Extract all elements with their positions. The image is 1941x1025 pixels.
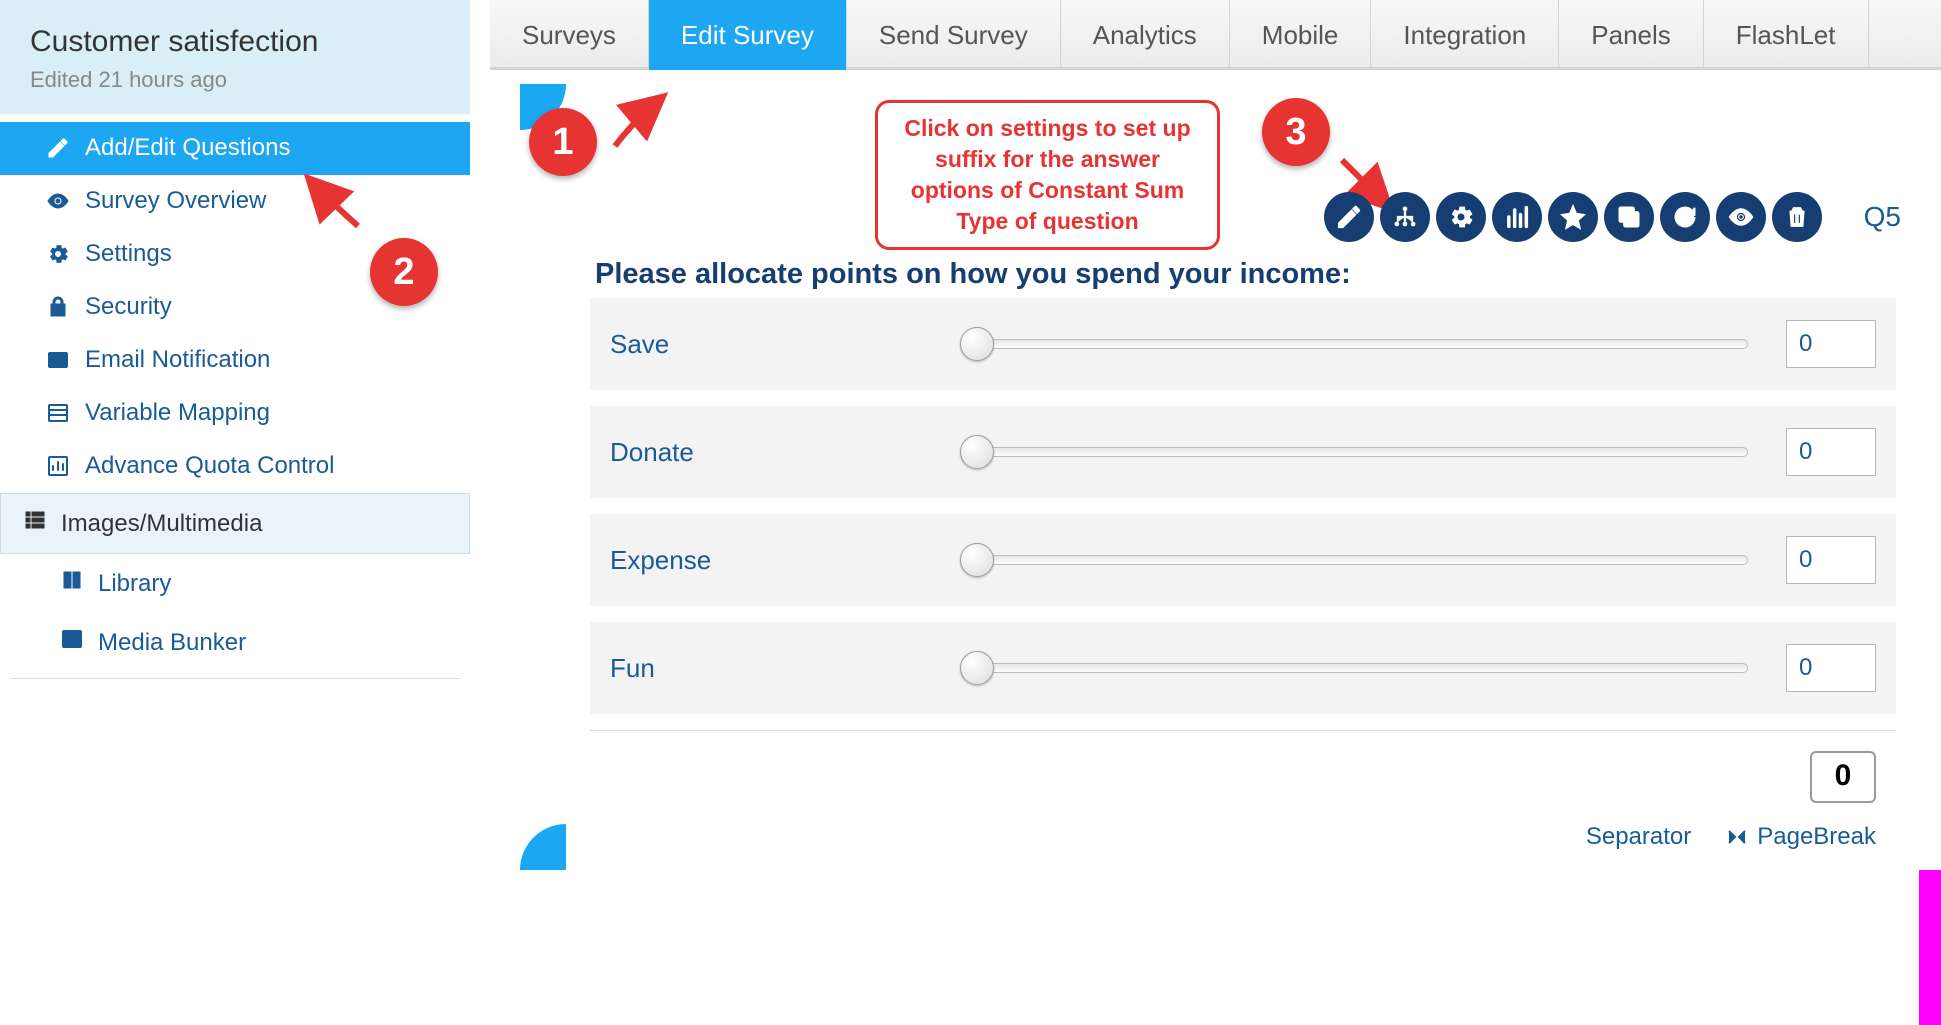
survey-subtitle: Edited 21 hours ago <box>30 67 440 93</box>
slider-track <box>968 447 1748 457</box>
tab-send-survey[interactable]: Send Survey <box>847 0 1061 70</box>
tool-copy[interactable] <box>1604 192 1654 242</box>
option-slider[interactable] <box>960 549 1756 571</box>
question-id-label: Q5 <box>1864 201 1901 233</box>
edit-icon <box>45 135 71 161</box>
step-badge-1: 1 <box>529 108 597 176</box>
sidebar-item-label: Survey Overview <box>85 187 266 215</box>
sidebar-item-label: Add/Edit Questions <box>85 134 290 162</box>
mail-icon <box>45 347 71 373</box>
option-slider[interactable] <box>960 441 1756 463</box>
sidebar-item-label: Settings <box>85 240 172 268</box>
pagebreak-label: PageBreak <box>1757 823 1876 851</box>
option-value-input[interactable] <box>1786 428 1876 476</box>
help-callout: Click on settings to set up suffix for t… <box>875 100 1220 250</box>
tab-edit-survey[interactable]: Edit Survey <box>649 0 847 70</box>
top-nav: Surveys Edit Survey Send Survey Analytic… <box>490 0 1941 70</box>
pagebreak-icon <box>1725 825 1749 849</box>
sidebar-item-label: Variable Mapping <box>85 399 270 427</box>
tool-settings[interactable] <box>1436 192 1486 242</box>
sidebar-subitem-media-bunker[interactable]: Media Bunker <box>0 613 470 672</box>
step-badge-3: 3 <box>1262 98 1330 166</box>
sidebar-item-variable-mapping[interactable]: Variable Mapping <box>0 387 470 440</box>
slider-track <box>968 663 1748 673</box>
option-label: Donate <box>610 437 930 468</box>
tool-preview[interactable] <box>1716 192 1766 242</box>
survey-title: Customer satisfection <box>30 25 440 59</box>
question-row: Fun <box>590 622 1896 714</box>
option-value-input[interactable] <box>1786 536 1876 584</box>
tool-refresh[interactable] <box>1660 192 1710 242</box>
sidebar-menu: Add/Edit Questions Survey Overview Setti… <box>0 122 470 679</box>
separator-label: Separator <box>1586 823 1691 851</box>
option-slider[interactable] <box>960 657 1756 679</box>
slider-thumb[interactable] <box>960 327 994 361</box>
sidebar-subitem-label: Media Bunker <box>98 629 246 657</box>
sidebar-header: Customer satisfection Edited 21 hours ag… <box>0 0 470 114</box>
option-value-input[interactable] <box>1786 644 1876 692</box>
sidebar: Customer satisfection Edited 21 hours ag… <box>0 0 470 1025</box>
question-row: Save <box>590 298 1896 390</box>
sidebar-item-label: Security <box>85 293 172 321</box>
question-total: 0 <box>1810 751 1876 803</box>
tool-logic[interactable] <box>1380 192 1430 242</box>
sidebar-subitem-label: Library <box>98 570 171 598</box>
slider-track <box>968 555 1748 565</box>
tab-panels[interactable]: Panels <box>1559 0 1704 70</box>
slider-thumb[interactable] <box>960 543 994 577</box>
question-total-row: 0 <box>590 730 1896 813</box>
list-icon <box>45 400 71 426</box>
book-icon <box>60 568 84 599</box>
tool-edit[interactable] <box>1324 192 1374 242</box>
grid-icon <box>23 508 47 539</box>
option-label: Save <box>610 329 930 360</box>
slider-track <box>968 339 1748 349</box>
sidebar-subitem-library[interactable]: Library <box>0 554 470 613</box>
tab-integration[interactable]: Integration <box>1371 0 1559 70</box>
tab-surveys[interactable]: Surveys <box>490 0 649 70</box>
arrow-icon <box>605 88 675 158</box>
sidebar-item-add-edit-questions[interactable]: Add/Edit Questions <box>0 122 470 175</box>
decor-arc <box>520 824 566 870</box>
option-label: Expense <box>610 545 930 576</box>
question-footer: Separator PageBreak <box>590 813 1896 851</box>
pagebreak-link[interactable]: PageBreak <box>1725 823 1876 851</box>
eye-icon <box>45 188 71 214</box>
sidebar-divider <box>10 678 460 679</box>
bar-chart-icon <box>45 453 71 479</box>
tool-chart[interactable] <box>1492 192 1542 242</box>
question-title: Please allocate points on how you spend … <box>595 258 1351 291</box>
separator-link[interactable]: Separator <box>1586 823 1691 851</box>
question-toolbar: Q5 <box>1324 192 1901 242</box>
question-row: Expense <box>590 514 1896 606</box>
option-slider[interactable] <box>960 333 1756 355</box>
sidebar-item-advance-quota-control[interactable]: Advance Quota Control <box>0 440 470 493</box>
tab-flashlet[interactable]: FlashLet <box>1704 0 1869 70</box>
question-body: Save Donate Expense Fun 0 <box>590 298 1896 851</box>
right-edge-strip <box>1919 870 1941 1025</box>
sidebar-item-label: Email Notification <box>85 346 270 374</box>
slider-thumb[interactable] <box>960 651 994 685</box>
tab-analytics[interactable]: Analytics <box>1061 0 1230 70</box>
gears-icon <box>45 241 71 267</box>
sidebar-section-images-multimedia[interactable]: Images/Multimedia <box>0 493 470 554</box>
sidebar-item-survey-overview[interactable]: Survey Overview <box>0 175 470 228</box>
slider-thumb[interactable] <box>960 435 994 469</box>
sidebar-section-label: Images/Multimedia <box>61 510 262 538</box>
option-value-input[interactable] <box>1786 320 1876 368</box>
tool-delete[interactable] <box>1772 192 1822 242</box>
lock-icon <box>45 294 71 320</box>
sidebar-item-email-notification[interactable]: Email Notification <box>0 334 470 387</box>
step-badge-2: 2 <box>370 238 438 306</box>
sidebar-item-label: Advance Quota Control <box>85 452 334 480</box>
question-row: Donate <box>590 406 1896 498</box>
option-label: Fun <box>610 653 930 684</box>
tool-star[interactable] <box>1548 192 1598 242</box>
film-icon <box>60 627 84 658</box>
tab-mobile[interactable]: Mobile <box>1230 0 1372 70</box>
